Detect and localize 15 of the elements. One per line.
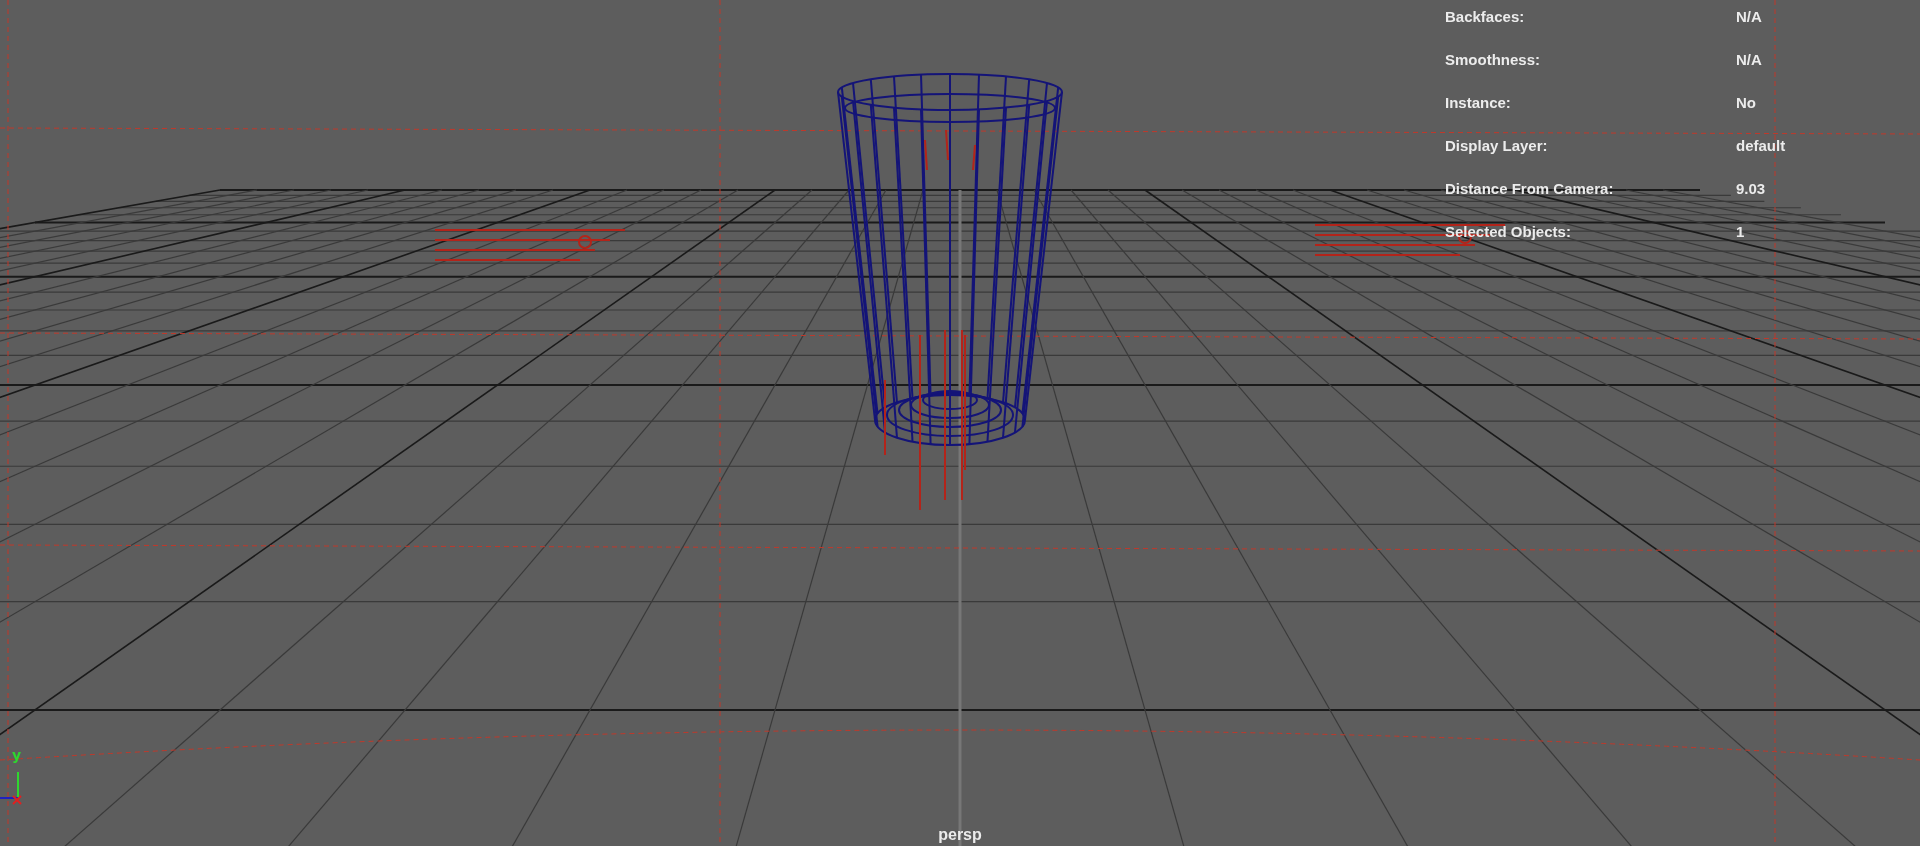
hud-label: Backfaces: [1445,7,1526,27]
hud-value: default [1736,136,1786,156]
camera-label: persp [938,826,982,844]
axis-label: y [12,747,22,763]
hud-value: 9.03 [1736,179,1767,199]
hud-label: Instance: [1445,93,1512,113]
hud-value: N/A [1736,7,1763,27]
axis-gizmo-icon [0,771,22,805]
hud-value: N/A [1736,50,1763,70]
hud-label: Smoothness: [1445,50,1541,70]
hud-label: Distance From Camera: [1445,179,1615,199]
hud-value: 1 [1736,222,1746,242]
hud-label: Selected Objects: [1445,222,1572,242]
hud-value: No [1736,93,1757,113]
hud-label: Display Layer: [1445,136,1549,156]
